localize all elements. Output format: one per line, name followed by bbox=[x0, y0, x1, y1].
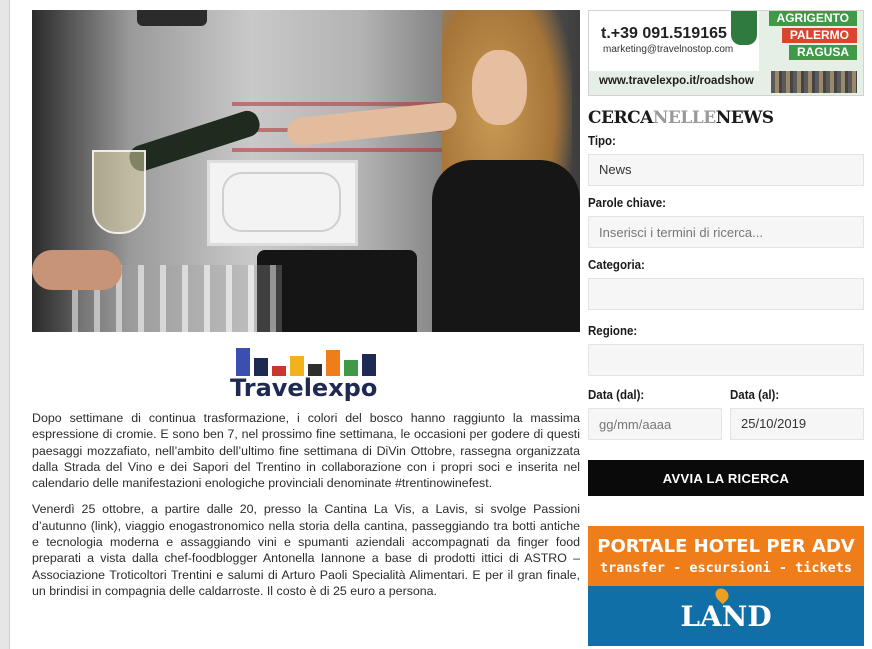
logo-bars bbox=[236, 346, 376, 376]
start-search-button[interactable]: AVVIA LA RICERCA bbox=[588, 460, 864, 496]
date-from-label: Data (dal): bbox=[588, 388, 645, 402]
date-from-group: Data (dal): bbox=[588, 376, 722, 440]
travelexpo-logo[interactable]: Travelexpo bbox=[226, 342, 386, 408]
tipo-select[interactable]: News bbox=[588, 154, 864, 186]
logo-bar bbox=[326, 350, 340, 376]
travelexpo-logo-area: Travelexpo bbox=[32, 340, 580, 410]
ad-email: marketing@travelnostop.com bbox=[603, 44, 734, 55]
date-to-input[interactable]: 25/10/2019 bbox=[730, 408, 864, 440]
date-to-group: Data (al): 25/10/2019 bbox=[730, 376, 864, 440]
keywords-label: Parole chiave: bbox=[588, 196, 666, 210]
pointing-hand-icon bbox=[731, 11, 757, 45]
guest-hand bbox=[32, 250, 122, 290]
left-page-border bbox=[0, 0, 10, 649]
article-hero-image bbox=[32, 10, 580, 332]
article-column: Travelexpo Dopo settimane di continua tr… bbox=[32, 10, 580, 609]
ad-phone: t.+39 091.519165 bbox=[601, 25, 727, 42]
hotel-ad-headline: PORTALE HOTEL PER ADV bbox=[597, 536, 855, 557]
wall-screen-inner bbox=[222, 172, 341, 232]
ad-city-badge: PALERMO bbox=[781, 28, 857, 43]
hotel-portal-ad[interactable]: PORTALE HOTEL PER ADV transfer - escursi… bbox=[588, 526, 864, 646]
region-select[interactable] bbox=[588, 344, 864, 376]
category-label: Categoria: bbox=[588, 258, 645, 272]
hotel-ad-subline: transfer - escursioni - tickets bbox=[600, 560, 852, 576]
category-select[interactable] bbox=[588, 278, 864, 310]
person-arm bbox=[286, 101, 458, 147]
person-jacket bbox=[432, 160, 580, 332]
sidebar: t.+39 091.519165 marketing@travelnostop.… bbox=[588, 10, 864, 646]
logo-bar bbox=[236, 348, 250, 376]
ad-city-badge: RAGUSA bbox=[788, 45, 857, 60]
travelexpo-roadshow-ad[interactable]: t.+39 091.519165 marketing@travelnostop.… bbox=[588, 10, 864, 96]
ad-url: www.travelexpo.it/roadshow bbox=[599, 75, 754, 87]
search-title-part: NELLE bbox=[652, 108, 716, 128]
keywords-input[interactable] bbox=[588, 216, 864, 248]
logo-bar bbox=[362, 354, 376, 376]
logo-bar bbox=[290, 356, 304, 376]
ad-crowd-photo bbox=[771, 71, 857, 93]
tipo-label: Tipo: bbox=[588, 134, 616, 148]
article-body: Dopo settimane di continua trasformazion… bbox=[32, 410, 580, 599]
region-label: Regione: bbox=[588, 324, 638, 338]
date-from-input[interactable] bbox=[588, 408, 722, 440]
article-paragraph: Venerdì 25 ottobre, a partire dalle 20, … bbox=[32, 502, 580, 598]
article-paragraph: Dopo settimane di continua trasformazion… bbox=[32, 411, 580, 491]
ceiling-lamp bbox=[137, 10, 207, 26]
date-range-row: Data (dal): Data (al): 25/10/2019 bbox=[588, 376, 864, 440]
search-news-title: CERCANELLENEWS bbox=[588, 108, 864, 128]
search-title-part: NEWS bbox=[715, 108, 774, 128]
ad-city-badge: AGRIGENTO bbox=[768, 11, 857, 26]
person-face bbox=[472, 50, 527, 125]
date-to-label: Data (al): bbox=[730, 388, 780, 402]
wine-glass bbox=[92, 150, 146, 234]
search-title-part: CERCA bbox=[588, 108, 653, 128]
hotel-ad-brand: LAND bbox=[680, 600, 772, 633]
logo-wordmark: Travelexpo bbox=[230, 374, 378, 402]
